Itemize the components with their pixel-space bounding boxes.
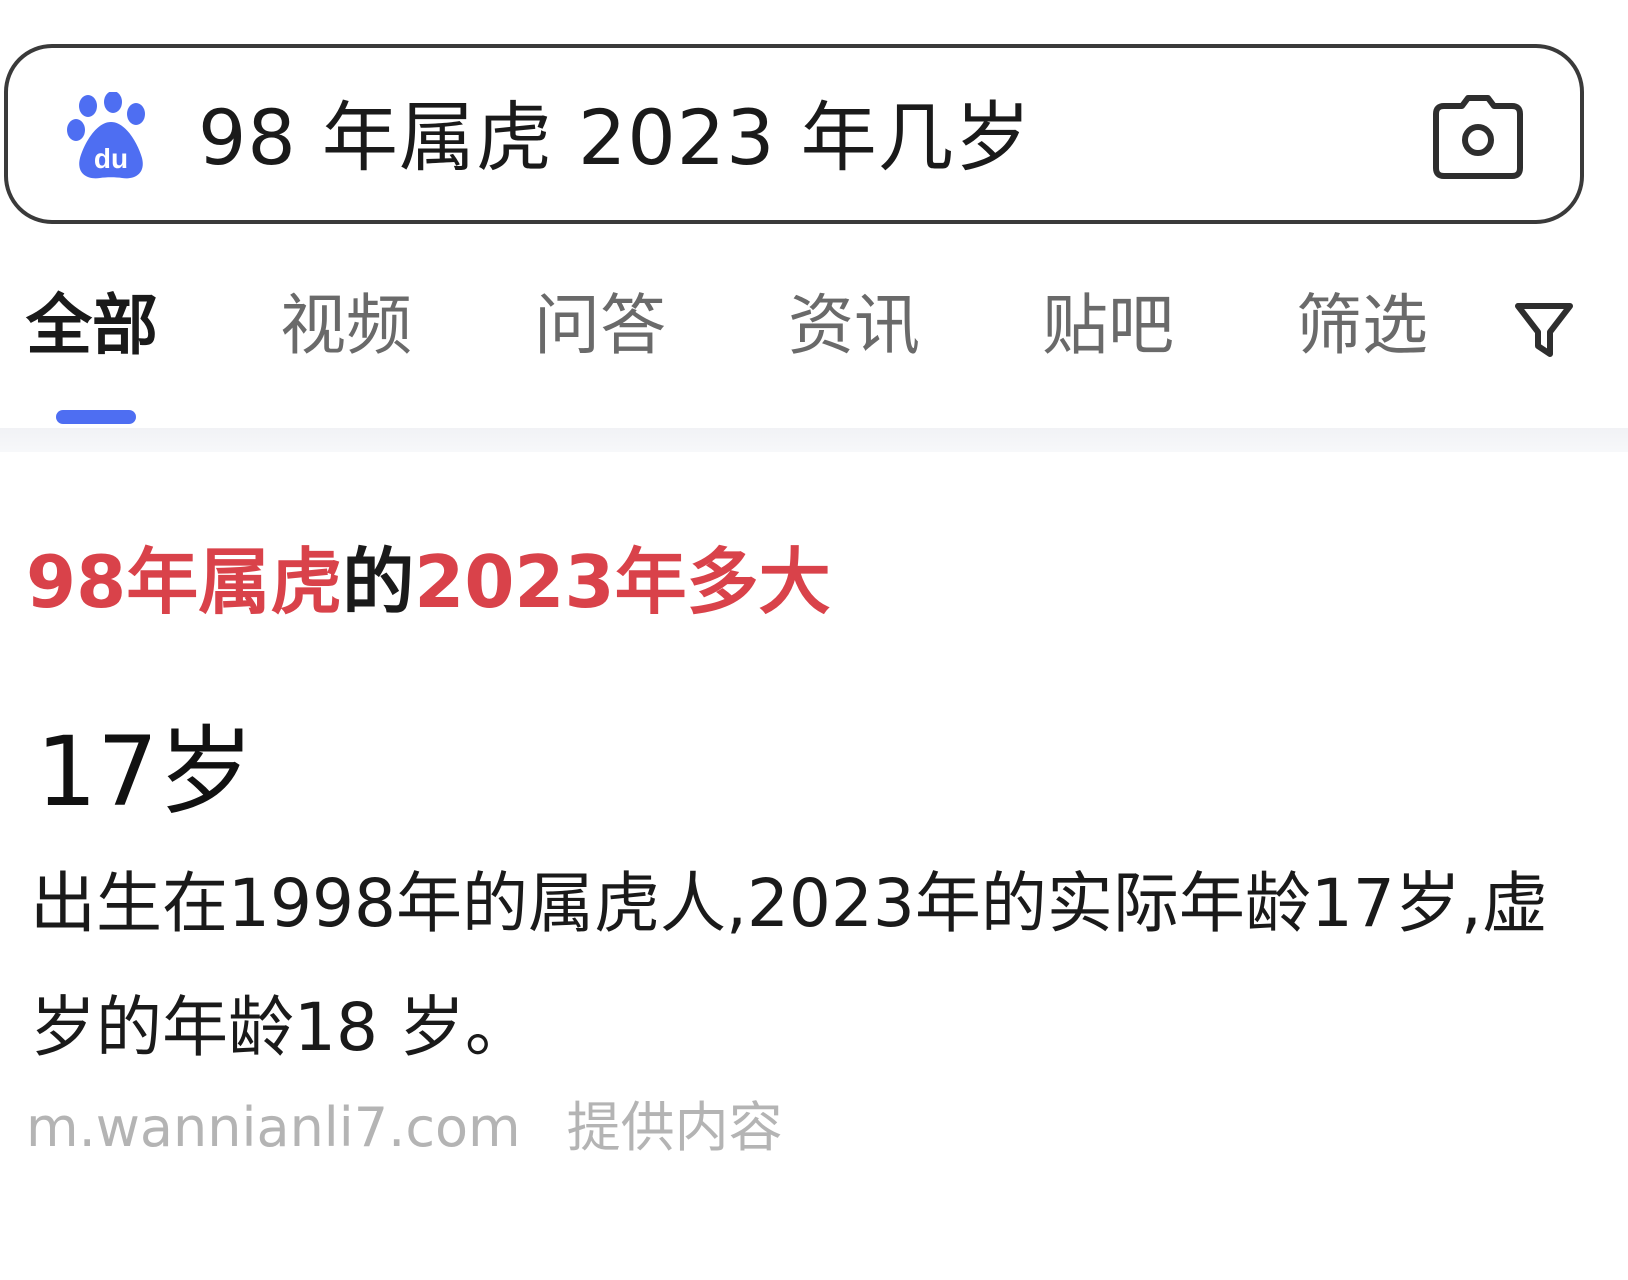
tab-video[interactable]: 视频 xyxy=(280,276,412,376)
search-bar[interactable]: du 98 年属虎 2023 年几岁 xyxy=(4,44,1584,224)
result-title-highlight: 2023年多大 xyxy=(414,540,831,624)
search-tabs: 全部 视频 问答 资讯 贴吧 筛选 xyxy=(0,276,1628,376)
result-title[interactable]: 98年属虎的2023年多大 xyxy=(26,532,831,632)
answer-description: 出生在1998年的属虎人,2023年的实际年龄17岁,虚岁的年龄18 岁。 xyxy=(30,865,1548,1066)
result-source[interactable]: m.wannianli7.com 提供内容 xyxy=(26,1088,783,1168)
search-input[interactable]: 98 年属虎 2023 年几岁 xyxy=(198,90,1032,186)
answer-value: 17岁 xyxy=(36,716,255,828)
result-card[interactable]: 98年属虎的2023年多大 17岁 出生在1998年的属虎人,2023年的实际年… xyxy=(0,452,1628,1280)
camera-icon[interactable] xyxy=(1432,94,1524,180)
tab-filter[interactable]: 筛选 xyxy=(1296,276,1428,376)
baidu-paw-icon[interactable]: du xyxy=(66,92,156,182)
funnel-icon[interactable] xyxy=(1512,298,1576,362)
active-tab-indicator xyxy=(56,410,136,424)
section-divider xyxy=(0,428,1628,452)
tab-qa[interactable]: 问答 xyxy=(534,276,666,376)
source-domain[interactable]: m.wannianli7.com xyxy=(26,1096,521,1159)
tab-all[interactable]: 全部 xyxy=(26,276,158,376)
svg-text:du: du xyxy=(94,143,128,174)
result-title-connector: 的 xyxy=(342,540,415,624)
result-title-highlight: 98年属虎 xyxy=(26,540,343,624)
tab-news[interactable]: 资讯 xyxy=(788,276,920,376)
search-results-page: du 98 年属虎 2023 年几岁 全部 视频 问答 资讯 贴吧 筛选 98年… xyxy=(0,0,1628,1280)
source-provider-label: 提供内容 xyxy=(566,1096,783,1159)
tab-tieba[interactable]: 贴吧 xyxy=(1042,276,1174,376)
